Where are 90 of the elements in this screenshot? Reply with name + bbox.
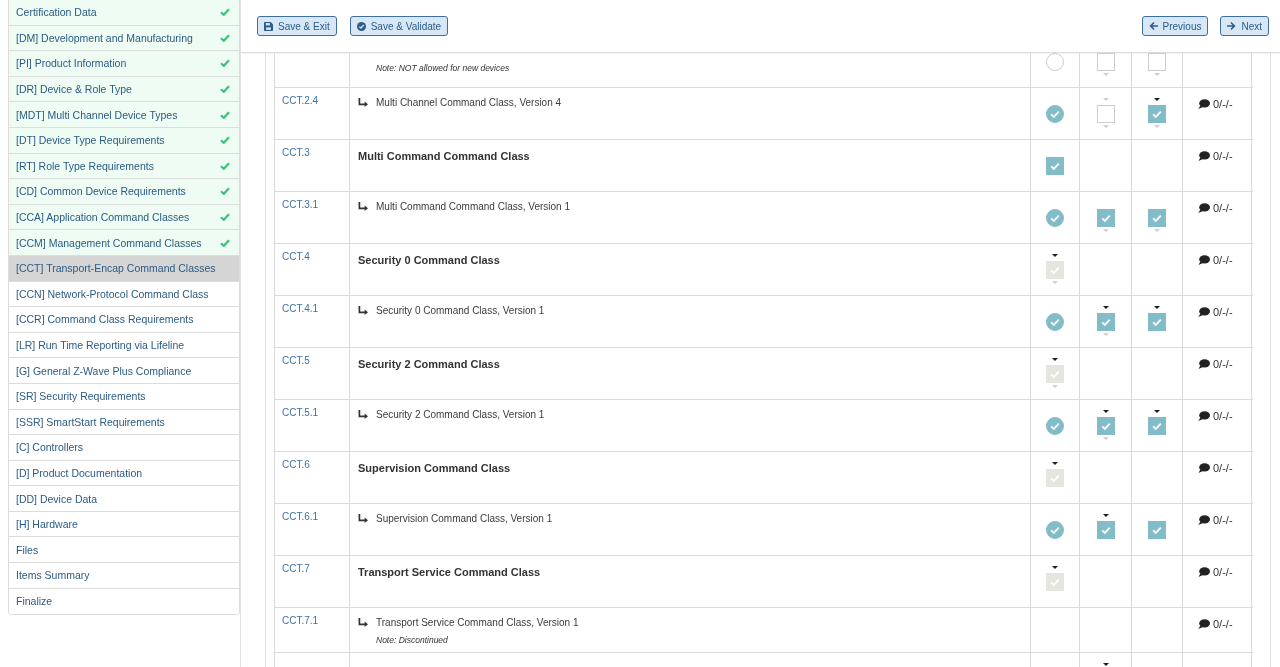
requirement-id: CCT.2.4 xyxy=(282,95,319,106)
requirement-id: CCT.7.1 xyxy=(282,615,319,626)
comment-icon xyxy=(1198,515,1210,525)
caret-icon[interactable] xyxy=(1102,514,1109,517)
requirement-id: CCT.3.1 xyxy=(282,199,319,210)
sidebar-item[interactable]: [CCA] Application Command Classes xyxy=(9,204,239,231)
comment-count: 0/-/- xyxy=(1213,254,1233,266)
class-title: Transport Service Command Class xyxy=(358,564,541,578)
checkbox[interactable] xyxy=(1096,521,1115,539)
comment-icon xyxy=(1198,99,1210,109)
note-text: Note: Discontinued xyxy=(376,634,448,646)
checkbox[interactable] xyxy=(1148,209,1166,227)
sub-item-arrow-icon xyxy=(358,513,368,523)
previous-button[interactable]: Previous xyxy=(1141,16,1209,36)
requirement-id: CCT.4.1 xyxy=(282,303,319,314)
comment-count: 0/-/- xyxy=(1213,462,1233,474)
caret-icon[interactable] xyxy=(1154,306,1160,309)
comment-icon xyxy=(1198,359,1210,369)
checkbox[interactable] xyxy=(1046,157,1064,175)
sidebar-item[interactable]: [CCM] Management Command Classes xyxy=(9,230,239,256)
comment-count: 0/-/- xyxy=(1213,150,1233,162)
checkbox[interactable] xyxy=(1096,313,1115,331)
sub-item-arrow-icon xyxy=(358,305,368,315)
version-title: Supervision Command Class, Version 1 xyxy=(376,512,553,524)
comment-icon xyxy=(1198,411,1210,421)
save-exit-button[interactable]: Save & Exit xyxy=(257,16,337,36)
sidebar-item[interactable]: [MDT] Multi Channel Device Types xyxy=(9,102,239,128)
comment-count: 0/-/- xyxy=(1213,202,1233,214)
checkbox[interactable] xyxy=(1096,417,1115,435)
arrow-right-icon xyxy=(1227,22,1237,30)
sidebar-item[interactable]: Certification Data xyxy=(9,0,239,26)
sub-item-arrow-icon xyxy=(358,617,368,627)
checkbox[interactable] xyxy=(1096,53,1115,71)
class-title: Security 0 Command Class xyxy=(358,252,500,266)
next-button[interactable]: Next xyxy=(1220,16,1269,36)
requirement-id: CCT.6 xyxy=(282,459,310,470)
comment-icon xyxy=(1198,463,1210,473)
requirement-id: CCT.6.1 xyxy=(282,511,319,522)
sub-item-arrow-icon xyxy=(358,201,368,211)
checkbox[interactable] xyxy=(1148,105,1166,123)
checkbox[interactable] xyxy=(1148,417,1166,435)
comment-count: 0/-/- xyxy=(1213,98,1233,110)
requirement-id: CCT.7 xyxy=(282,563,310,574)
checkbox[interactable] xyxy=(1096,105,1115,123)
note-text: Note: NOT allowed for new devices xyxy=(376,62,510,74)
comment-count: 0/-/- xyxy=(1213,618,1233,630)
caret-icon[interactable] xyxy=(1102,663,1109,666)
requirement-id: CCT.4 xyxy=(282,251,310,262)
requirement-id: CCT.3 xyxy=(282,147,310,158)
caret-icon[interactable] xyxy=(1154,410,1160,413)
caret-icon[interactable] xyxy=(1102,410,1109,413)
sidebar-item[interactable]: [CD] Common Device Requirements xyxy=(9,179,239,205)
sidebar-item[interactable]: [DM] Development and Manufacturing xyxy=(9,25,239,52)
requirement-id: CCT.5.1 xyxy=(282,407,319,418)
comment-count: 0/-/- xyxy=(1213,514,1233,526)
requirement-id: CCT.5 xyxy=(282,355,310,366)
class-title: Supervision Command Class xyxy=(358,460,511,474)
checkbox[interactable] xyxy=(1148,521,1166,539)
sidebar-item[interactable]: [RT] Role Type Requirements xyxy=(9,153,239,180)
version-title: Multi Command Command Class, Version 1 xyxy=(376,200,570,212)
comment-count: 0/-/- xyxy=(1213,566,1233,578)
caret-icon[interactable] xyxy=(1102,306,1109,309)
version-title: Security 2 Command Class, Version 1 xyxy=(376,408,545,420)
version-title: Multi Channel Command Class, Version 4 xyxy=(376,96,562,108)
sidebar-item[interactable]: [CCT] Transport-Encap Command Classes xyxy=(9,255,239,282)
class-title: Multi Command Command Class xyxy=(358,148,530,162)
checkbox[interactable] xyxy=(1148,313,1166,331)
comment-icon xyxy=(1198,255,1210,265)
sidebar-item[interactable]: [DR] Device & Role Type xyxy=(9,76,239,103)
checkbox[interactable] xyxy=(1096,209,1115,227)
comment-count: 0/-/- xyxy=(1213,306,1233,318)
comment-icon xyxy=(1198,307,1210,317)
class-title: Security 2 Command Class xyxy=(358,356,500,370)
save-validate-button[interactable]: Save & Validate xyxy=(349,16,449,36)
comment-count: 0/-/- xyxy=(1213,410,1233,422)
arrow-left-icon xyxy=(1148,22,1158,30)
checkbox[interactable] xyxy=(1148,53,1166,71)
check-circle-icon xyxy=(356,21,366,31)
version-title: Transport Service Command Class, Version 1 xyxy=(376,616,579,628)
comment-count: 0/-/- xyxy=(1213,358,1233,370)
version-title: Security 0 Command Class, Version 1 xyxy=(376,304,545,316)
comment-icon xyxy=(1198,203,1210,213)
caret-icon[interactable] xyxy=(1154,98,1160,101)
sidebar-item[interactable]: [PI] Product Information xyxy=(9,51,239,77)
sub-item-arrow-icon xyxy=(358,409,368,419)
sidebar-item[interactable]: [DT] Device Type Requirements xyxy=(9,127,239,154)
comment-icon xyxy=(1198,619,1210,629)
comment-icon xyxy=(1198,151,1210,161)
comment-icon xyxy=(1198,567,1210,577)
sub-item-arrow-icon xyxy=(358,97,368,107)
